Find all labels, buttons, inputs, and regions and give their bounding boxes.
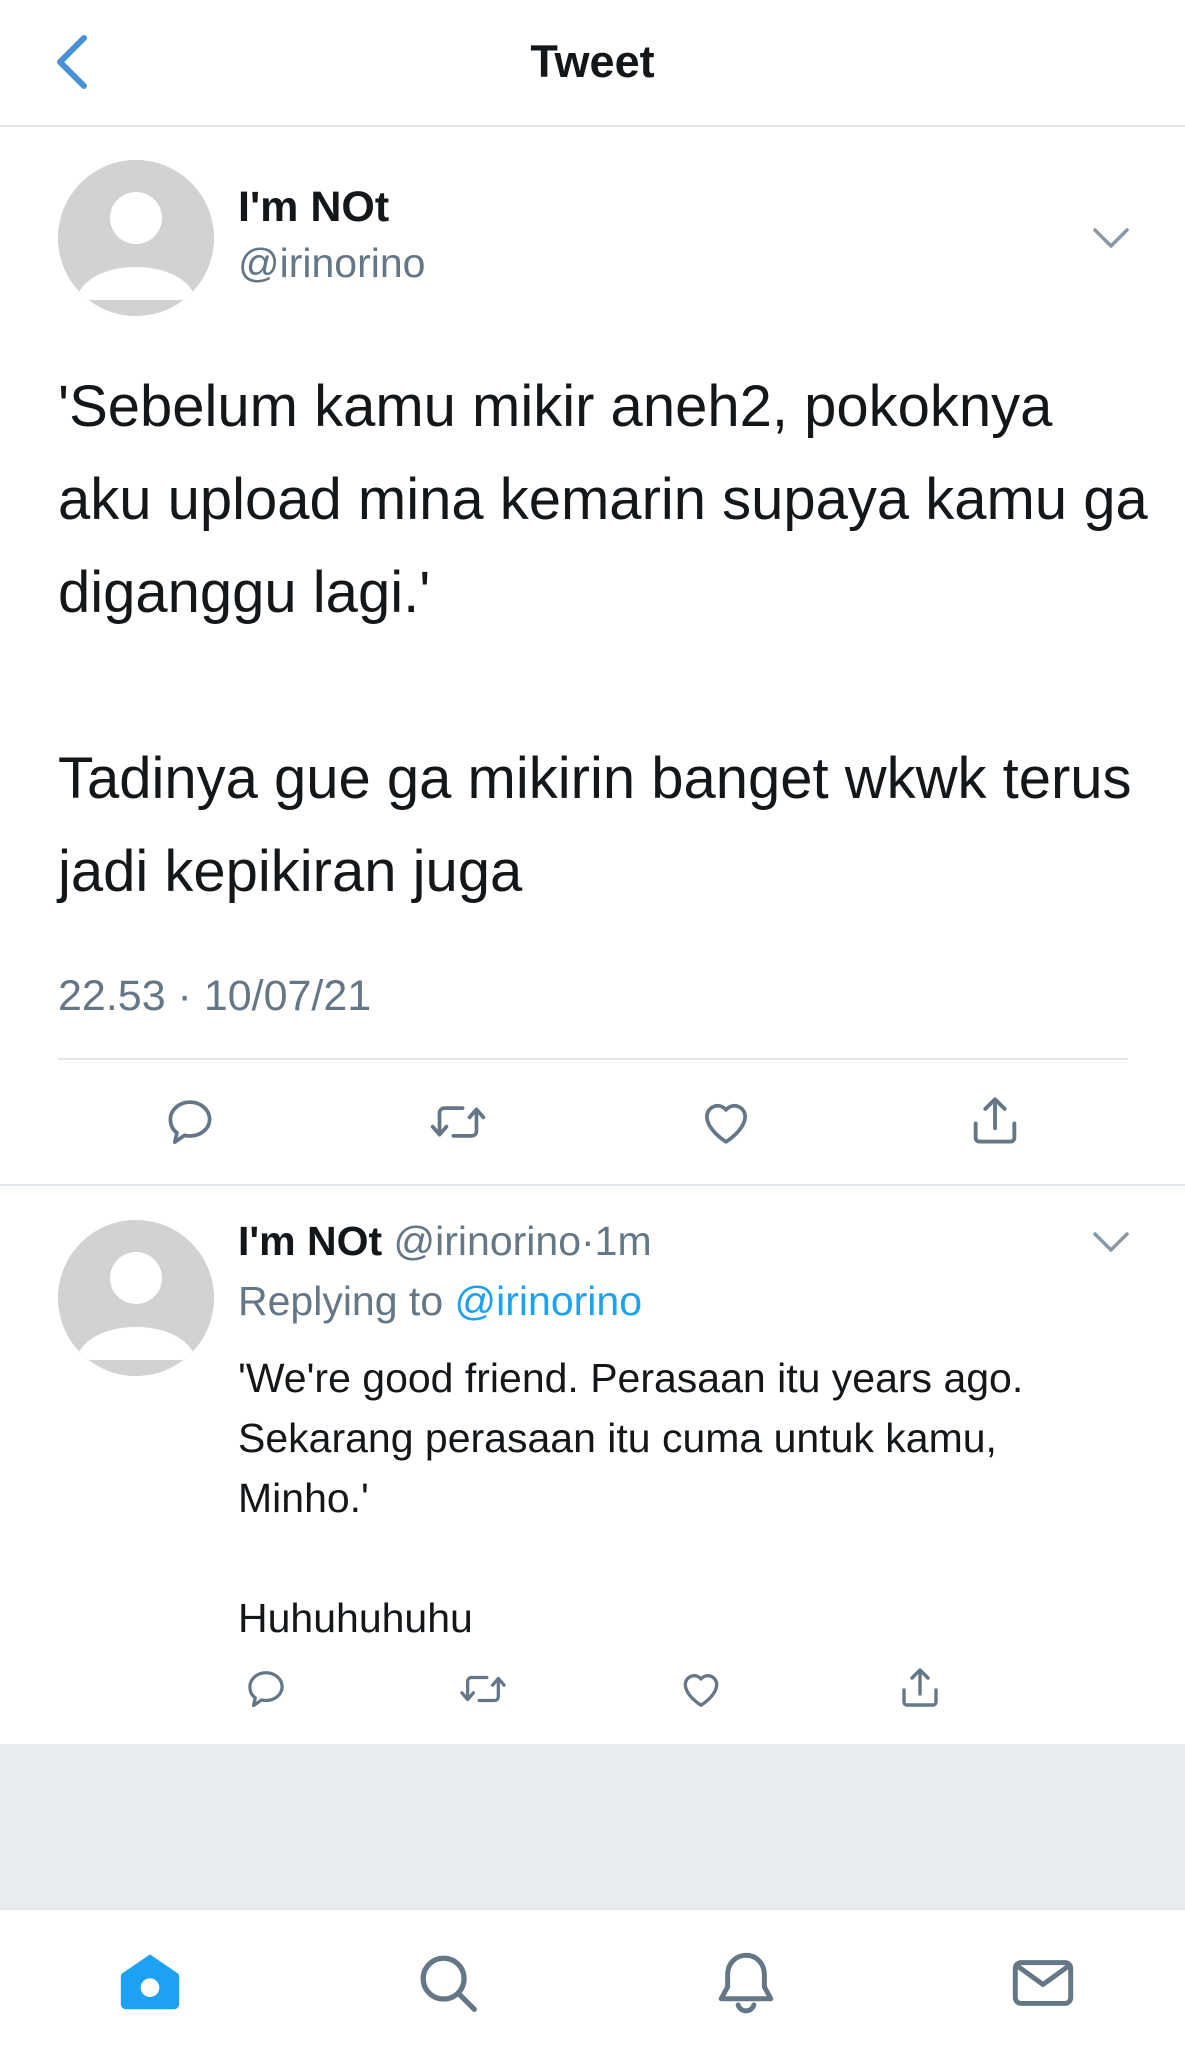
reply-icon[interactable]	[162, 1094, 218, 1150]
chevron-down-icon[interactable]	[1091, 226, 1131, 250]
retweet-icon[interactable]	[428, 1094, 488, 1150]
notifications-icon[interactable]	[711, 1948, 781, 2018]
reply-header: I'm NOt @irinorino·1m	[238, 1218, 652, 1265]
messages-icon[interactable]	[1008, 1948, 1078, 2018]
share-icon[interactable]	[966, 1092, 1024, 1150]
retweet-icon[interactable]	[457, 1666, 509, 1712]
tweet-text: 'Sebelum kamu mikir aneh2, pokoknya aku …	[58, 374, 1148, 904]
divider	[58, 1058, 1128, 1060]
replying-to: Replying to @irinorino	[238, 1278, 642, 1325]
reply-author-handle[interactable]: @irinorino	[394, 1218, 581, 1264]
bottom-tab-bar	[0, 1908, 1185, 2050]
reply-author-name[interactable]: I'm NOt	[238, 1218, 382, 1264]
section-divider	[0, 1184, 1185, 1186]
meta-separator: ·	[581, 1218, 595, 1264]
home-icon[interactable]	[115, 1948, 185, 2018]
default-profile-icon	[58, 1220, 214, 1376]
tweet-timestamp[interactable]: 22.53 · 10/07/21	[58, 972, 371, 1021]
reply-avatar[interactable]	[58, 1220, 214, 1376]
avatar[interactable]	[58, 160, 214, 316]
replying-to-label: Replying to	[238, 1278, 444, 1324]
author-handle[interactable]: @irinorino	[238, 240, 425, 287]
timeline-end-area	[0, 1744, 1185, 1908]
reply-icon[interactable]	[243, 1666, 289, 1712]
share-icon[interactable]	[896, 1664, 944, 1712]
replying-to-handle[interactable]: @irinorino	[455, 1278, 642, 1324]
like-icon[interactable]	[678, 1666, 724, 1712]
page-title: Tweet	[530, 36, 655, 87]
reply-time[interactable]: 1m	[595, 1218, 652, 1264]
default-profile-icon	[58, 160, 214, 316]
reply-text: 'We're good friend. Perasaan itu years a…	[238, 1355, 1024, 1641]
top-bar: Tweet	[0, 0, 1185, 127]
chevron-down-icon[interactable]	[1091, 1230, 1131, 1254]
author-name[interactable]: I'm NOt	[238, 183, 389, 232]
like-icon[interactable]	[698, 1094, 754, 1150]
search-icon[interactable]	[413, 1948, 483, 2018]
